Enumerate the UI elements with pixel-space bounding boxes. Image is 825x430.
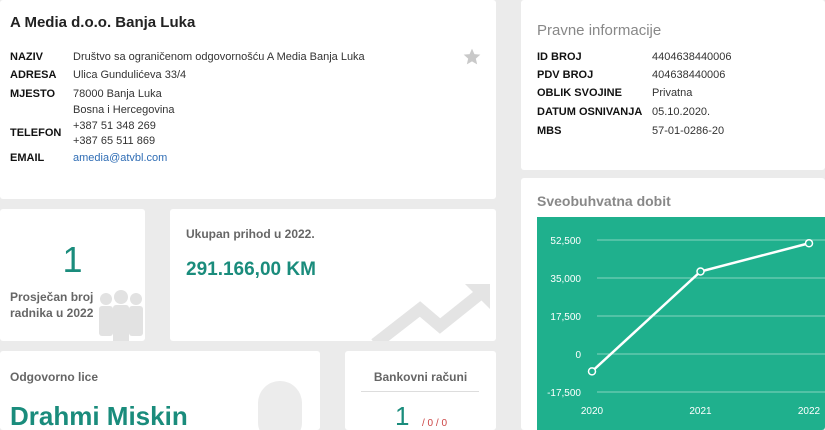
profit-series-line	[591, 242, 810, 373]
people-icon	[99, 290, 143, 341]
bank-count: 1	[395, 401, 410, 430]
responsible-person-card: Odgovorno lice Drahmi Miskin	[0, 351, 320, 430]
x-tick-label: 2021	[689, 406, 712, 417]
country-value: Bosna i Hercegovina	[73, 104, 175, 116]
legal-info-card: Pravne informacije ID BROJ 4404638440006…	[521, 0, 825, 170]
email-label: EMAIL	[10, 152, 45, 164]
workers-caption: Prosječan broj radnika u 2022	[10, 290, 94, 320]
person-name: Drahmi Miskin	[10, 401, 188, 430]
profit-data-point	[696, 267, 705, 276]
workers-card: 1 Prosječan broj radnika u 2022	[0, 209, 145, 341]
y-tick-label: 17,500	[550, 312, 581, 323]
naziv-label: NAZIV	[10, 51, 43, 63]
mbs-label: MBS	[537, 125, 562, 137]
bank-caption: Bankovni računi	[373, 370, 468, 384]
workers-count: 1	[62, 239, 83, 280]
y-tick-label: 52,500	[550, 236, 581, 247]
x-tick-label: 2022	[798, 406, 821, 417]
income-card: Ukupan prihod u 2022. 291.166,00 KM	[170, 209, 496, 341]
income-amount: 291.166,00 KM	[186, 259, 316, 280]
adresa-label: ADRESA	[10, 69, 57, 81]
bank-accounts-card: Bankovni računi 1 / 0 / 0	[345, 351, 496, 430]
growth-arrow-icon	[371, 284, 490, 341]
x-tick-label: 2020	[581, 406, 604, 417]
email-link[interactable]: amedia@atvbl.com	[73, 152, 167, 164]
y-tick-label: 0	[575, 350, 581, 361]
company-title: A Media d.o.o. Banja Luka	[10, 14, 196, 31]
founding-value: 05.10.2020.	[652, 106, 711, 118]
ownership-label: OBLIK SVOJINE	[537, 87, 622, 99]
adresa-value: Ulica Gundulićeva 33/4	[73, 69, 187, 81]
phone-1[interactable]: +387 51 348 269	[73, 120, 156, 132]
legal-title: Pravne informacije	[537, 22, 662, 39]
profit-data-point	[804, 239, 814, 248]
profit-title: Sveobuhvatna dobit	[537, 193, 671, 209]
person-caption: Odgovorno lice	[10, 370, 99, 384]
mbs-value: 57-01-0286-20	[652, 125, 725, 137]
person-silhouette-icon	[258, 381, 302, 430]
telefon-label: TELEFON	[10, 127, 62, 139]
y-tick-label: -17,500	[547, 388, 581, 399]
id-value: 4404638440006	[652, 51, 732, 63]
company-card: A Media d.o.o. Banja Luka NAZIV Društvo …	[0, 0, 496, 199]
profit-data-point	[587, 367, 597, 376]
phone-2[interactable]: +387 65 511 869	[73, 135, 155, 147]
bank-sub-counts: / 0 / 0	[422, 418, 448, 429]
profit-chart-svg: 52,500 35,000 17,500 0 -17,5002020 2021 2022	[547, 236, 825, 417]
mjesto-value: 78000 Banja Luka	[73, 88, 162, 100]
profit-chart: 52,500 35,000 17,500 0 -17,500 2020 2021 2022	[537, 217, 825, 430]
star-icon[interactable]	[462, 47, 482, 67]
mjesto-label: MJESTO	[10, 88, 56, 100]
ownership-value: Privatna	[652, 87, 693, 99]
id-label: ID BROJ	[537, 51, 582, 63]
income-caption: Ukupan prihod u 2022.	[186, 227, 315, 241]
pdv-label: PDV BROJ	[537, 69, 594, 81]
founding-label: DATUM OSNIVANJA	[537, 106, 643, 118]
bank-divider	[361, 391, 479, 392]
y-tick-label: 35,000	[550, 274, 581, 285]
profit-card: Sveobuhvatna dobit 52,500 35,000 17,500 0 -1…	[521, 178, 825, 430]
naziv-value: Društvo sa ograničenom odgovornošću A Me…	[73, 51, 365, 63]
pdv-value: 404638440006	[652, 69, 726, 81]
